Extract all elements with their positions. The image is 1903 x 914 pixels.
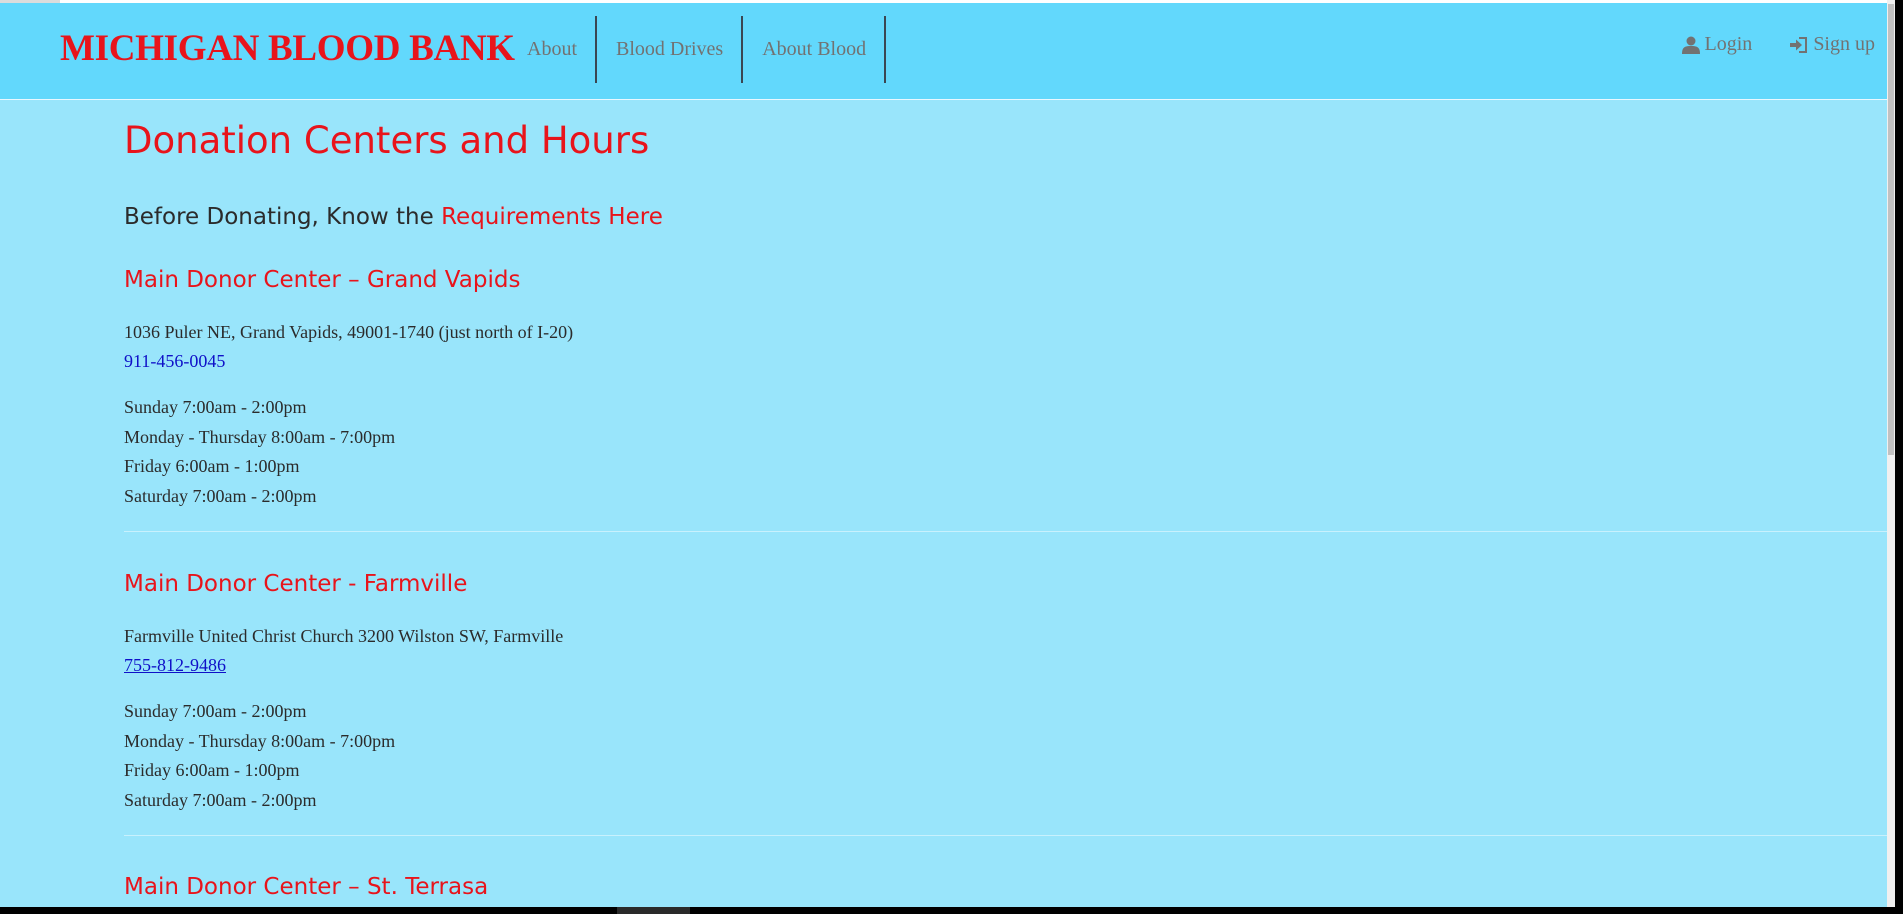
navbar: MICHIGAN BLOOD BANK About Blood Drives A…	[0, 3, 1895, 100]
center-address: 1036 Puler NE, Grand Vapids, 49001-1740 …	[124, 322, 574, 342]
hours-line: Friday 6:00am - 1:00pm	[124, 760, 300, 780]
user-icon	[1681, 36, 1700, 54]
nav-link-blood-drives[interactable]: Blood Drives	[597, 16, 744, 83]
requirements-prefix: Before Donating, Know the	[124, 204, 442, 230]
center-phone-link[interactable]: 755-812-9486	[124, 655, 226, 676]
requirements-link[interactable]: Requirements Here	[441, 204, 663, 230]
nav-links: About Blood Drives About Blood	[508, 16, 887, 83]
hours-line: Monday - Thursday 8:00am - 7:00pm	[124, 730, 396, 751]
center-phone-link[interactable]: 911-456-0045	[124, 351, 225, 372]
hours-line: Monday - Thursday 8:00am - 7:00pm	[124, 426, 396, 447]
login-label: Login	[1704, 33, 1753, 55]
center-name: Main Donor Center - Farmville	[124, 571, 468, 597]
login-link[interactable]: Login	[1681, 33, 1753, 56]
center-hours: Sunday 7:00am - 2:00pm Monday - Thursday…	[124, 697, 395, 815]
nav-link-about[interactable]: About	[508, 16, 597, 83]
nav-right: Login Sign up	[1681, 33, 1875, 56]
nav-link-about-blood[interactable]: About Blood	[743, 16, 887, 83]
hours-line: Sunday 7:00am - 2:00pm	[124, 701, 307, 721]
hours-line: Saturday 7:00am - 2:00pm	[124, 789, 317, 810]
hours-line: Friday 6:00am - 1:00pm	[124, 456, 300, 476]
page-title: Donation Centers and Hours	[124, 119, 650, 162]
brand-logo[interactable]: MICHIGAN BLOOD BANK	[60, 27, 515, 70]
vertical-scrollbar[interactable]	[1887, 0, 1895, 907]
center-name: Main Donor Center – St. Terrasa	[124, 874, 489, 900]
signup-label: Sign up	[1813, 33, 1875, 55]
sign-in-icon	[1790, 36, 1808, 53]
center-address: Farmville United Christ Church 3200 Wils…	[124, 626, 564, 646]
signup-link[interactable]: Sign up	[1789, 33, 1875, 56]
scrollbar-thumb[interactable]	[1888, 4, 1894, 455]
section-divider	[124, 835, 1895, 836]
browser-viewport: MICHIGAN BLOOD BANK About Blood Drives A…	[0, 0, 1895, 907]
section-divider	[124, 531, 1895, 532]
horizontal-scrollbar-thumb[interactable]	[617, 907, 690, 914]
center-name: Main Donor Center – Grand Vapids	[124, 267, 521, 293]
hours-line: Sunday 7:00am - 2:00pm	[124, 397, 307, 417]
center-hours: Sunday 7:00am - 2:00pm Monday - Thursday…	[124, 393, 395, 511]
requirements-line: Before Donating, Know the Requirements H…	[124, 204, 663, 230]
hours-line: Saturday 7:00am - 2:00pm	[124, 485, 317, 506]
